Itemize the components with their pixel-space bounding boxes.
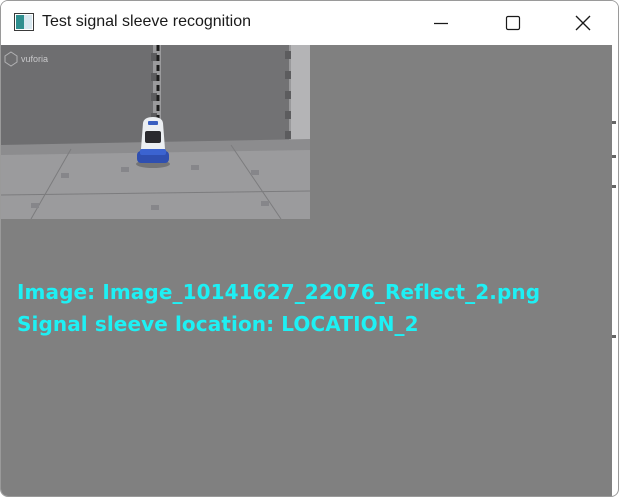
- edge-mark: [612, 185, 616, 188]
- minimize-icon: [434, 22, 448, 25]
- signal-location-label: Signal sleeve location: LOCATION_2: [17, 312, 419, 336]
- image-filename-label: Image: Image_10141627_22076_Reflect_2.pn…: [17, 280, 541, 304]
- maximize-button[interactable]: [490, 1, 536, 45]
- minimize-button[interactable]: [418, 1, 464, 45]
- title-bar[interactable]: Test signal sleeve recognition: [1, 1, 618, 45]
- app-window: Test signal sleeve recognition vuforia I…: [0, 0, 619, 497]
- watermark-text: vuforia: [21, 54, 48, 64]
- close-icon: [575, 15, 591, 31]
- background-window-edge: [612, 45, 618, 496]
- edge-mark: [612, 155, 616, 158]
- window-title: Test signal sleeve recognition: [42, 13, 252, 30]
- edge-mark: [612, 121, 616, 124]
- window-app-icon: [14, 13, 34, 31]
- camera-image: vuforia: [1, 45, 310, 219]
- image-display-area: vuforia Image: Image_10141627_22076_Refl…: [1, 45, 618, 496]
- close-button[interactable]: [560, 1, 606, 45]
- maximize-icon: [505, 15, 521, 31]
- edge-mark: [612, 335, 616, 338]
